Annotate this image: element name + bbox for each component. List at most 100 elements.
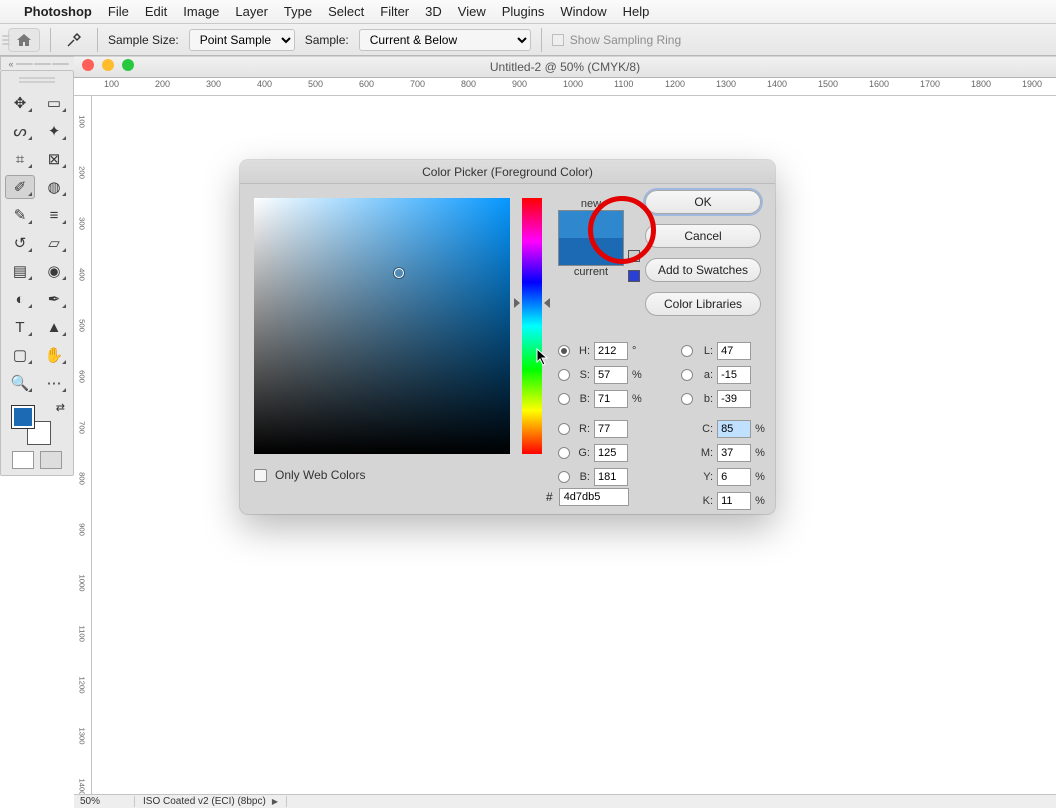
- menu-filter[interactable]: Filter: [380, 4, 409, 19]
- brush-tool[interactable]: ✎: [5, 203, 35, 227]
- percent-unit: %: [755, 423, 767, 435]
- ruler-tick: 200: [155, 79, 170, 89]
- menu-view[interactable]: View: [458, 4, 486, 19]
- menu-image[interactable]: Image: [183, 4, 219, 19]
- menu-layer[interactable]: Layer: [235, 4, 268, 19]
- dialog-title[interactable]: Color Picker (Foreground Color): [240, 160, 775, 184]
- ruler-tick: 1200: [665, 79, 685, 89]
- gradient-tool[interactable]: ▤: [5, 259, 35, 283]
- m-input[interactable]: [717, 444, 751, 462]
- a-input[interactable]: [717, 366, 751, 384]
- menu-type[interactable]: Type: [284, 4, 312, 19]
- rectangle-tool[interactable]: ▢: [5, 343, 35, 367]
- sample-size-select[interactable]: Point Sample: [189, 29, 295, 51]
- document-title-bar[interactable]: Untitled-2 @ 50% (CMYK/8): [74, 56, 1056, 78]
- menu-3d[interactable]: 3D: [425, 4, 442, 19]
- type-tool[interactable]: T: [5, 315, 35, 339]
- sample-select[interactable]: Current & Below: [359, 29, 531, 51]
- saturation-value-field[interactable]: [254, 198, 510, 454]
- blur-tool[interactable]: ◉: [39, 259, 69, 283]
- move-tool[interactable]: ✥: [5, 91, 35, 115]
- vertical-ruler[interactable]: 1002003004005006007008009001000110012001…: [74, 96, 92, 794]
- rect-marquee-tool[interactable]: ▭: [39, 91, 69, 115]
- g-radio[interactable]: [558, 447, 570, 459]
- current-label: current: [558, 266, 624, 278]
- ruler-tick: 1100: [78, 625, 87, 641]
- k-input[interactable]: [717, 492, 751, 510]
- menu-plugins[interactable]: Plugins: [502, 4, 545, 19]
- magic-wand-tool[interactable]: ✦: [39, 119, 69, 143]
- menu-select[interactable]: Select: [328, 4, 364, 19]
- color-picker-dialog: Color Picker (Foreground Color) new curr…: [240, 160, 775, 514]
- zoom-tool[interactable]: 🔍: [5, 371, 35, 395]
- websafe-warning-icon[interactable]: [628, 270, 640, 282]
- palette-grip[interactable]: [5, 77, 69, 87]
- hue-slider[interactable]: [522, 198, 542, 454]
- b-input[interactable]: [594, 390, 628, 408]
- c-input[interactable]: [717, 420, 751, 438]
- crop-tool[interactable]: ⌗: [5, 147, 35, 171]
- frame-tool[interactable]: ⊠: [39, 147, 69, 171]
- add-to-swatches-button[interactable]: Add to Swatches: [645, 258, 761, 282]
- l-input[interactable]: [717, 342, 751, 360]
- r-input[interactable]: [594, 420, 628, 438]
- h-input[interactable]: [594, 342, 628, 360]
- new-current-swatch[interactable]: [558, 210, 624, 266]
- eraser-tool[interactable]: ▱: [39, 231, 69, 255]
- h-radio[interactable]: [558, 345, 570, 357]
- home-button[interactable]: [8, 28, 40, 52]
- menu-help[interactable]: Help: [623, 4, 650, 19]
- gamut-warning-icon[interactable]: [628, 250, 640, 262]
- edit-toolbar-tool[interactable]: ⋯: [39, 371, 69, 395]
- standard-mode-icon[interactable]: [12, 451, 34, 469]
- horizontal-ruler[interactable]: 1002003004005006007008009001000110012001…: [74, 78, 1056, 96]
- color-swatches[interactable]: ⇄: [5, 401, 69, 447]
- g-input[interactable]: [594, 444, 628, 462]
- percent-unit: %: [632, 369, 644, 381]
- show-sampling-ring-toggle[interactable]: Show Sampling Ring: [552, 33, 681, 47]
- pen-tool[interactable]: ✒: [39, 287, 69, 311]
- bl-input[interactable]: [594, 468, 628, 486]
- s-radio[interactable]: [558, 369, 570, 381]
- cancel-button[interactable]: Cancel: [645, 224, 761, 248]
- healing-tool[interactable]: ◍: [39, 175, 69, 199]
- hand-tool[interactable]: ✋: [39, 343, 69, 367]
- lasso-tool[interactable]: ᔕ: [5, 119, 35, 143]
- bl-radio[interactable]: [558, 471, 570, 483]
- history-brush-tool[interactable]: ↺: [5, 231, 35, 255]
- eyedropper-tool[interactable]: ✐: [5, 175, 35, 199]
- tool-palette-tab[interactable]: «: [0, 56, 76, 70]
- ruler-tick: 1200: [78, 677, 87, 694]
- lab-b-radio[interactable]: [681, 393, 693, 405]
- web-colors-checkbox[interactable]: [254, 469, 267, 482]
- degree-unit: °: [632, 345, 644, 357]
- color-marker[interactable]: [394, 268, 404, 278]
- ok-button[interactable]: OK: [645, 190, 761, 214]
- color-libraries-button[interactable]: Color Libraries: [645, 292, 761, 316]
- s-input[interactable]: [594, 366, 628, 384]
- r-radio[interactable]: [558, 423, 570, 435]
- close-window-icon[interactable]: [82, 59, 94, 71]
- menu-window[interactable]: Window: [560, 4, 606, 19]
- lab-b-input[interactable]: [717, 390, 751, 408]
- divider: [50, 28, 51, 52]
- menu-edit[interactable]: Edit: [145, 4, 167, 19]
- l-radio[interactable]: [681, 345, 693, 357]
- document-profile[interactable]: ISO Coated v2 (ECI) (8bpc) ▶: [134, 796, 287, 807]
- zoom-window-icon[interactable]: [122, 59, 134, 71]
- a-radio[interactable]: [681, 369, 693, 381]
- zoom-level[interactable]: 50%: [74, 796, 134, 807]
- clone-stamp-tool[interactable]: ≡: [39, 203, 69, 227]
- ruler-tick: 500: [308, 79, 323, 89]
- b-radio[interactable]: [558, 393, 570, 405]
- hex-input[interactable]: [559, 488, 629, 506]
- minimize-window-icon[interactable]: [102, 59, 114, 71]
- quickmask-mode-icon[interactable]: [40, 451, 62, 469]
- swap-colors-icon[interactable]: ⇄: [56, 401, 65, 414]
- foreground-swatch[interactable]: [11, 405, 35, 429]
- path-select-tool[interactable]: ▲: [39, 315, 69, 339]
- dodge-tool[interactable]: ◐: [5, 287, 35, 311]
- app-name[interactable]: Photoshop: [24, 4, 92, 19]
- menu-file[interactable]: File: [108, 4, 129, 19]
- y-input[interactable]: [717, 468, 751, 486]
